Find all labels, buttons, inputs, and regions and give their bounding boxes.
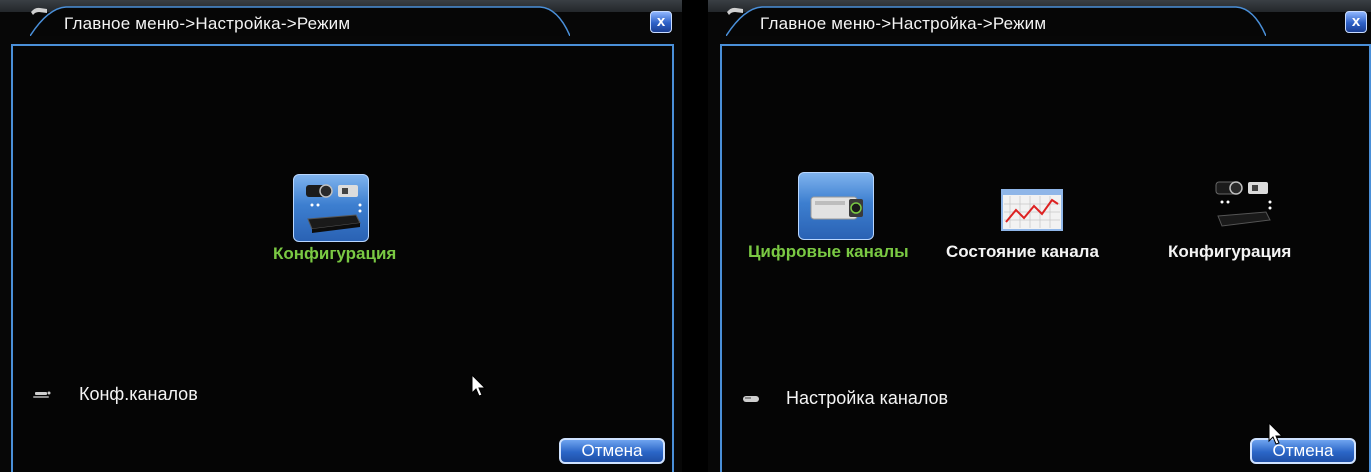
tile-configuration[interactable]: Конфигурация [253, 170, 433, 270]
tile-configuration[interactable]: Конфигурация [1152, 170, 1332, 270]
tile-label: Конфигурация [1168, 242, 1292, 261]
channel-icon [743, 395, 759, 402]
channel-settings-item[interactable]: Настройка каналов [742, 388, 948, 409]
tile-icon-frame [798, 172, 874, 240]
close-icon: x [1351, 13, 1361, 30]
channel-icon [33, 391, 51, 398]
tile-icon-frame [994, 172, 1070, 240]
back-arrow-icon [727, 7, 743, 15]
tile-label: Состояние канала [946, 242, 1099, 261]
mode-window-right: Главное меню->Настройка->Режим x Цифровы… [708, 0, 1371, 472]
ip-camera-icon [810, 196, 863, 220]
title-bar: Главное меню->Настройка->Режим [30, 6, 570, 36]
cancel-button[interactable]: Отмена [559, 438, 665, 464]
tile-icon-frame [293, 174, 369, 242]
content-area: Цифровые каналы Состояние канала Конфигу… [720, 44, 1371, 472]
tile-icon-frame [1204, 172, 1280, 240]
cancel-button[interactable]: Отмена [1250, 438, 1356, 464]
camera-dvr-icon [306, 184, 362, 233]
mouse-pointer-icon [1268, 422, 1284, 445]
tile-digital-channels[interactable]: Цифровые каналы [738, 170, 928, 270]
window-title: Главное меню->Настройка->Режим [64, 14, 351, 33]
camera-dvr-icon [1215, 181, 1272, 227]
window-title: Главное меню->Настройка->Режим [760, 14, 1047, 33]
content-area: Конфигурация Конф.каналов Отмена [11, 44, 674, 472]
mode-window-left: Главное меню->Настройка->Режим x Конфигу… [0, 0, 682, 472]
screen: Главное меню->Настройка->Режим x Конфигу… [0, 0, 1371, 472]
title-bar: Главное меню->Настройка->Режим [726, 6, 1266, 36]
back-arrow-icon [31, 7, 47, 15]
close-button[interactable]: x [650, 11, 672, 33]
channel-settings-label: Настройка каналов [786, 388, 949, 408]
tile-channel-status[interactable]: Состояние канала [936, 170, 1126, 270]
chart-icon [1001, 189, 1063, 231]
channel-config-item[interactable]: Конф.каналов [33, 384, 198, 405]
close-icon: x [656, 13, 666, 30]
close-button[interactable]: x [1345, 11, 1367, 33]
mouse-pointer-icon [471, 374, 487, 397]
tile-label: Конфигурация [273, 244, 397, 263]
tile-label: Цифровые каналы [748, 242, 909, 261]
channel-config-label: Конф.каналов [79, 384, 198, 404]
